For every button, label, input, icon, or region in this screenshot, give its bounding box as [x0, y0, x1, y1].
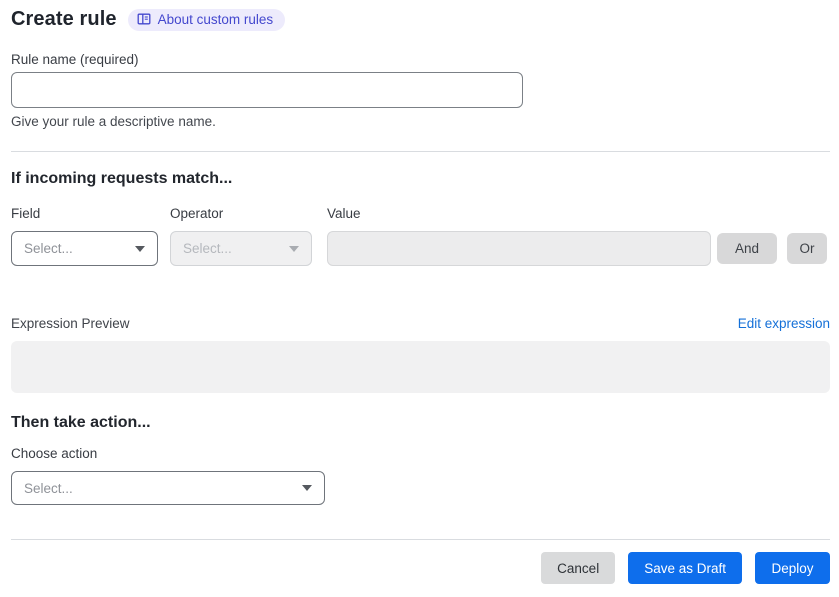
deploy-button[interactable]: Deploy: [755, 552, 830, 584]
rule-name-helper: Give your rule a descriptive name.: [11, 114, 216, 129]
field-select[interactable]: Select...: [11, 231, 158, 266]
choose-action-select[interactable]: Select...: [11, 471, 325, 505]
caret-down-icon: [289, 245, 299, 252]
choose-action-placeholder: Select...: [24, 480, 73, 496]
caret-down-icon: [135, 245, 145, 252]
expression-preview-box: [11, 341, 830, 393]
action-section-heading: Then take action...: [11, 414, 151, 431]
caret-down-icon: [302, 485, 312, 491]
about-badge-label: About custom rules: [157, 11, 274, 27]
page-title: Create rule: [11, 8, 117, 30]
rule-name-input[interactable]: [11, 72, 523, 108]
divider-bottom: [11, 539, 830, 540]
and-button[interactable]: And: [717, 233, 777, 264]
field-label: Field: [11, 206, 41, 221]
expression-preview-label: Expression Preview: [11, 316, 130, 331]
save-as-draft-button[interactable]: Save as Draft: [628, 552, 742, 584]
operator-select-placeholder: Select...: [183, 241, 232, 256]
operator-select[interactable]: Select...: [170, 231, 312, 266]
create-rule-page: Create rule About custom rules Rule name…: [0, 0, 839, 597]
or-button[interactable]: Or: [787, 233, 827, 264]
page-header: Create rule About custom rules: [11, 8, 286, 31]
footer-actions: Cancel Save as Draft Deploy: [541, 552, 830, 584]
field-select-placeholder: Select...: [24, 241, 73, 256]
edit-expression-link[interactable]: Edit expression: [738, 316, 830, 331]
match-section-heading: If incoming requests match...: [11, 170, 233, 187]
divider-top: [11, 151, 830, 152]
choose-action-label: Choose action: [11, 446, 98, 461]
value-input[interactable]: [327, 231, 711, 266]
cancel-button[interactable]: Cancel: [541, 552, 616, 584]
rule-name-label: Rule name (required): [11, 52, 139, 67]
about-custom-rules-badge[interactable]: About custom rules: [127, 8, 286, 31]
value-label: Value: [327, 206, 361, 221]
book-open-icon: [137, 12, 151, 26]
operator-label: Operator: [170, 206, 224, 221]
